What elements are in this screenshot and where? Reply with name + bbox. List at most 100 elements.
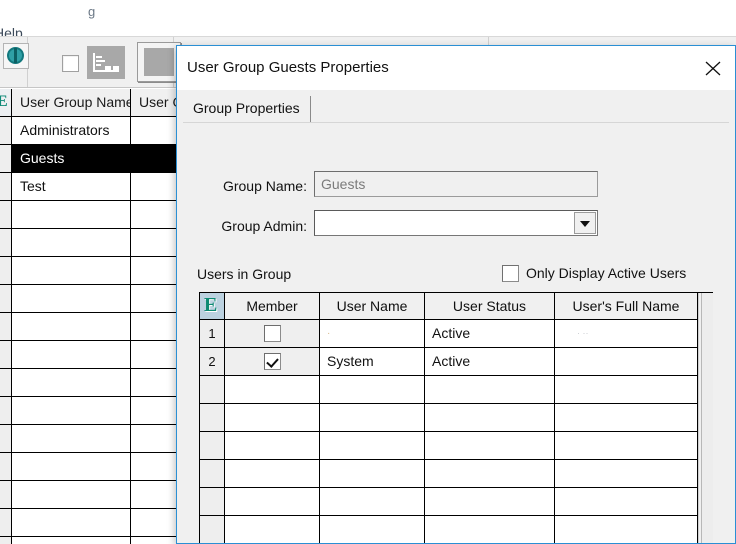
grid-corner-logo: E xyxy=(0,89,12,117)
member-checkbox[interactable] xyxy=(263,352,281,370)
member-checkbox[interactable] xyxy=(263,324,281,342)
full-name-cell[interactable] xyxy=(555,516,698,543)
row-header[interactable] xyxy=(0,453,12,481)
checkbox-icon[interactable] xyxy=(62,55,79,72)
table-row[interactable] xyxy=(12,397,131,425)
full-name-cell[interactable] xyxy=(555,376,698,404)
user-status-cell[interactable] xyxy=(425,376,555,404)
table-row[interactable] xyxy=(12,285,131,313)
table-row[interactable]: Guests xyxy=(12,145,131,173)
toolbar-group-2 xyxy=(29,37,181,87)
close-icon[interactable] xyxy=(697,54,729,82)
table-row[interactable]: Test xyxy=(12,173,131,201)
table-row[interactable] xyxy=(12,537,131,544)
users-grid[interactable]: E Member User Name User Status User's Full … xyxy=(199,292,713,543)
user-status-cell[interactable] xyxy=(425,488,555,516)
row-header[interactable] xyxy=(200,376,225,404)
user-status-cell[interactable] xyxy=(425,516,555,543)
full-name-cell[interactable] xyxy=(555,348,698,376)
member-cell[interactable] xyxy=(225,404,320,432)
row-header[interactable] xyxy=(0,481,12,509)
group-name-label: Group Name: xyxy=(222,178,307,194)
user-status-cell[interactable]: Active xyxy=(425,348,555,376)
column-header-user-s-full-name[interactable]: User's Full Name xyxy=(555,293,698,320)
table-row[interactable] xyxy=(12,481,131,509)
user-name-cell[interactable] xyxy=(320,432,425,460)
table-row[interactable] xyxy=(12,341,131,369)
row-header[interactable] xyxy=(0,145,12,173)
group-admin-select[interactable] xyxy=(314,210,598,236)
user-name-cell[interactable] xyxy=(320,516,425,543)
row-header[interactable] xyxy=(0,397,12,425)
row-header[interactable] xyxy=(200,516,225,543)
bar-chart-icon[interactable] xyxy=(87,46,125,79)
row-header[interactable] xyxy=(0,117,12,145)
user-name-cell[interactable] xyxy=(320,404,425,432)
row-header[interactable] xyxy=(200,432,225,460)
table-row[interactable] xyxy=(12,229,131,257)
row-header[interactable] xyxy=(0,285,12,313)
user-name-cell[interactable] xyxy=(320,376,425,404)
row-header[interactable] xyxy=(0,173,12,201)
table-row[interactable] xyxy=(12,425,131,453)
table-row[interactable] xyxy=(12,509,131,537)
member-cell[interactable] xyxy=(225,516,320,543)
user-status-cell[interactable] xyxy=(425,404,555,432)
user-name-cell[interactable] xyxy=(320,460,425,488)
full-name-cell[interactable] xyxy=(555,460,698,488)
row-header[interactable] xyxy=(200,460,225,488)
column-header-user-name[interactable]: User Name xyxy=(320,293,425,320)
column-header-user-group-name[interactable]: User Group Name xyxy=(12,89,131,117)
scrollbar-thumb[interactable] xyxy=(701,293,713,543)
member-cell[interactable] xyxy=(225,320,320,348)
chevron-down-icon[interactable] xyxy=(574,212,596,234)
user-status-cell[interactable]: Active xyxy=(425,320,555,348)
row-header[interactable] xyxy=(0,425,12,453)
row-header[interactable] xyxy=(0,313,12,341)
user-name-cell[interactable] xyxy=(320,488,425,516)
member-cell[interactable] xyxy=(225,488,320,516)
row-header[interactable]: 2 xyxy=(200,348,225,376)
row-header[interactable] xyxy=(0,537,12,544)
member-cell[interactable] xyxy=(225,376,320,404)
row-header[interactable] xyxy=(0,341,12,369)
member-cell[interactable] xyxy=(225,432,320,460)
user-name-cell[interactable]: System xyxy=(320,348,425,376)
table-row[interactable] xyxy=(12,369,131,397)
toolbar-group-1 xyxy=(0,37,29,87)
full-name-cell[interactable] xyxy=(555,404,698,432)
users-grid-scrollbar[interactable] xyxy=(698,293,713,543)
tab-group-properties[interactable]: Group Properties xyxy=(183,96,311,122)
row-header[interactable] xyxy=(200,404,225,432)
full-name-cell[interactable] xyxy=(555,488,698,516)
checkbox-box[interactable] xyxy=(502,265,519,282)
table-row[interactable] xyxy=(12,453,131,481)
user-name-cell[interactable]: · xyxy=(320,320,425,348)
member-cell[interactable] xyxy=(225,348,320,376)
table-row[interactable]: Administrators xyxy=(12,117,131,145)
full-name-cell[interactable] xyxy=(555,432,698,460)
dialog-title: User Group Guests Properties xyxy=(187,59,389,76)
user-status-cell[interactable] xyxy=(425,460,555,488)
tab-strip: Group Properties xyxy=(183,96,729,123)
row-header[interactable] xyxy=(200,488,225,516)
app-logo-icon: E xyxy=(204,294,218,316)
table-row[interactable] xyxy=(12,257,131,285)
app-logo-icon: E xyxy=(0,93,8,111)
globe-icon[interactable] xyxy=(3,43,29,69)
row-header[interactable] xyxy=(0,257,12,285)
row-header[interactable]: 1 xyxy=(200,320,225,348)
user-status-cell[interactable] xyxy=(425,432,555,460)
full-name-cell[interactable]: · ·· xyxy=(555,320,698,348)
table-row[interactable] xyxy=(12,313,131,341)
row-header[interactable] xyxy=(0,509,12,537)
column-header-user-status[interactable]: User Status xyxy=(425,293,555,320)
member-cell[interactable] xyxy=(225,460,320,488)
dialog-title-bar[interactable]: User Group Guests Properties xyxy=(177,46,735,90)
row-header[interactable] xyxy=(0,201,12,229)
column-header-member[interactable]: Member xyxy=(225,293,320,320)
users-in-group-label: Users in Group xyxy=(197,266,292,282)
row-header[interactable] xyxy=(0,229,12,257)
table-row[interactable] xyxy=(12,201,131,229)
row-header[interactable] xyxy=(0,369,12,397)
